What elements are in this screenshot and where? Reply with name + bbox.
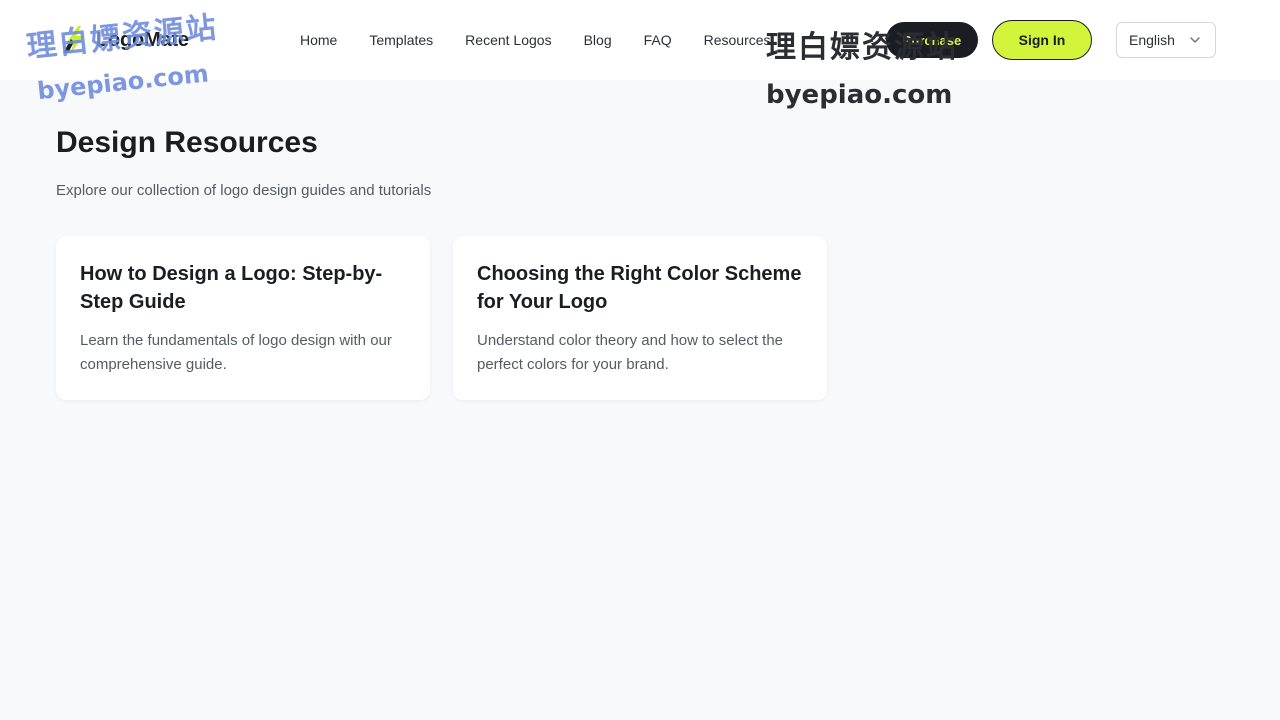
language-select[interactable]: English (1116, 22, 1216, 58)
card-title: How to Design a Logo: Step-by-Step Guide (80, 263, 383, 313)
logo-text: LogoMate (96, 28, 189, 51)
language-value: English (1129, 32, 1175, 48)
logo-link[interactable]: LogoMate (60, 22, 189, 58)
main-nav: Home Templates Recent Logos Blog FAQ Res… (300, 29, 771, 51)
card-description: Understand color theory and how to selec… (477, 332, 784, 373)
site-header: LogoMate Home Templates Recent Logos Blo… (0, 0, 1280, 80)
nav-templates[interactable]: Templates (369, 29, 433, 51)
nav-home[interactable]: Home (300, 29, 337, 51)
logo-icon (63, 26, 84, 54)
card-description: Learn the fundamentals of logo design wi… (80, 332, 392, 373)
resource-card[interactable]: Choosing the Right Color Scheme for Your… (453, 236, 827, 400)
nav-faq[interactable]: FAQ (644, 29, 672, 51)
page-subtitle: Explore our collection of logo design gu… (56, 182, 432, 199)
chevron-down-icon (1190, 37, 1200, 43)
purchase-button[interactable]: Purchase (886, 22, 978, 58)
nav-resources[interactable]: Resources (704, 29, 771, 51)
watermark-en: byepiao.com (766, 80, 953, 110)
resource-card[interactable]: How to Design a Logo: Step-by-Step Guide… (56, 236, 430, 400)
page-title: Design Resources (56, 126, 318, 159)
card-title: Choosing the Right Color Scheme for Your… (477, 263, 802, 313)
nav-recent-logos[interactable]: Recent Logos (465, 29, 551, 51)
sign-in-button[interactable]: Sign In (992, 20, 1092, 60)
nav-blog[interactable]: Blog (584, 29, 612, 51)
